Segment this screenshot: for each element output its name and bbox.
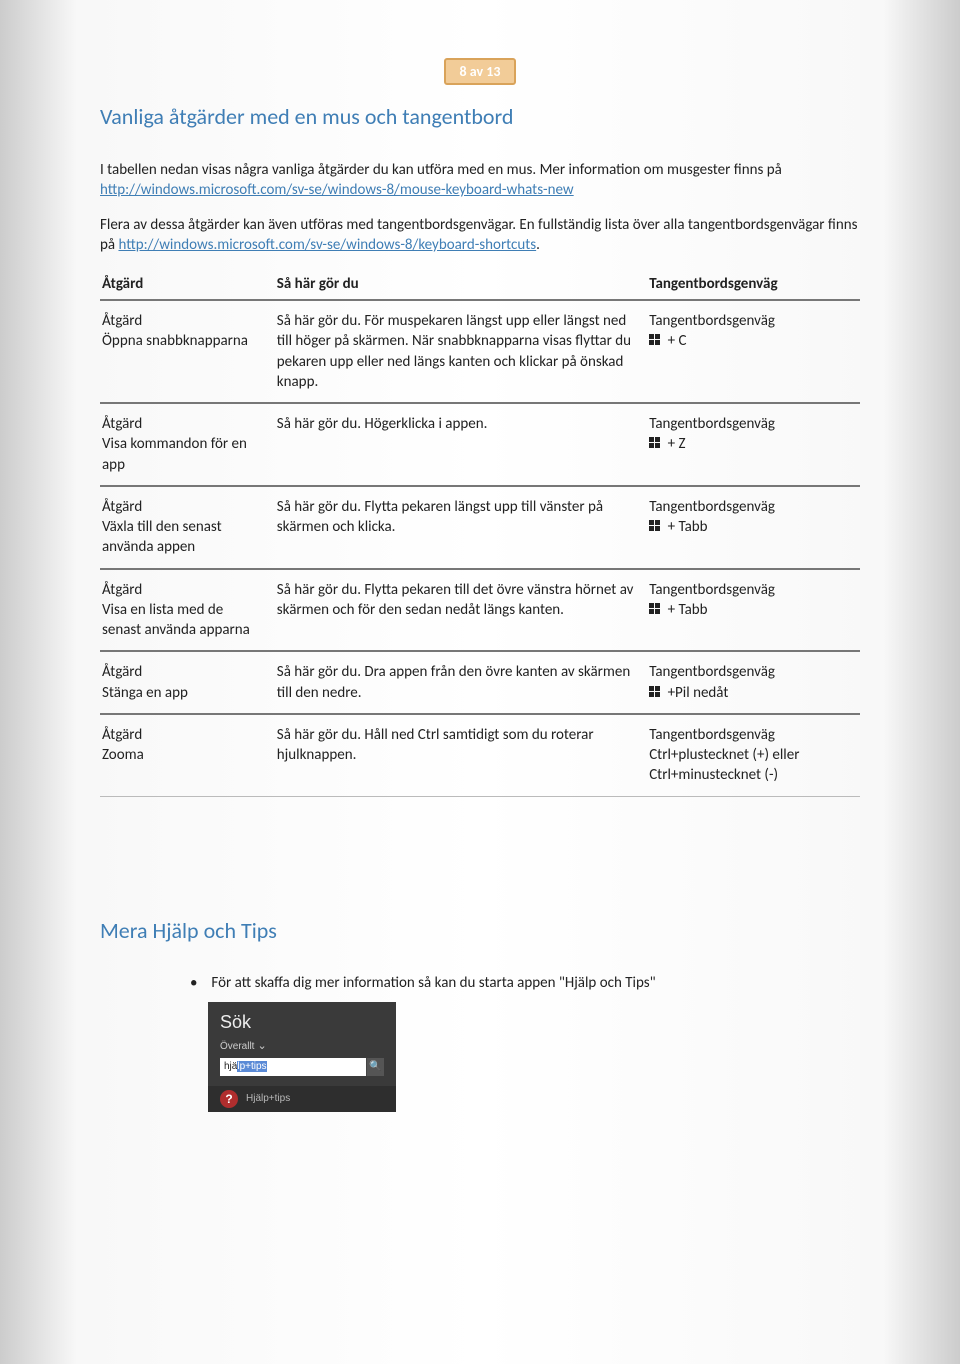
- cell-shortcut: Tangentbordsgenväg + C: [647, 300, 860, 403]
- actions-table: Åtgärd Så här gör du Tangentbordsgenväg …: [100, 269, 860, 797]
- table-row: ÅtgärdStänga en appSå här gör du. Dra ap…: [100, 651, 860, 714]
- table-header-howto: Så här gör du: [275, 269, 647, 300]
- cell-action: ÅtgärdÖppna snabbknapparna: [100, 300, 275, 403]
- table-header-action: Åtgärd: [100, 269, 275, 300]
- section-heading-help: Mera Hjälp och Tips: [100, 917, 860, 944]
- bullet-item: • För att skaffa dig mer information så …: [190, 974, 860, 992]
- search-panel-screenshot: Sök Överallt hjälp+tips 🔍 ? Hjälp+tips: [208, 1002, 396, 1112]
- table-row: ÅtgärdVisa en lista med de senast använd…: [100, 569, 860, 652]
- cell-action: ÅtgärdVisa en lista med de senast använd…: [100, 569, 275, 652]
- cell-howto: Så här gör du. Flytta pekaren till det ö…: [275, 569, 647, 652]
- table-row: ÅtgärdZoomaSå här gör du. Håll ned Ctrl …: [100, 714, 860, 796]
- table-header-shortcut: Tangentbordsgenväg: [647, 269, 860, 300]
- cell-action: ÅtgärdVisa kommandon för en app: [100, 403, 275, 486]
- windows-key-icon: [649, 686, 662, 698]
- cell-howto: Så här gör du. Flytta pekaren längst upp…: [275, 486, 647, 569]
- windows-key-icon: [649, 437, 662, 449]
- cell-action: ÅtgärdVäxla till den senast använda appe…: [100, 486, 275, 569]
- search-result-text: Hjälp+tips: [246, 1093, 290, 1104]
- cell-shortcut: Tangentbordsgenväg + Tabb: [647, 569, 860, 652]
- cell-shortcut: Tangentbordsgenväg + Tabb: [647, 486, 860, 569]
- windows-key-icon: [649, 603, 662, 615]
- cell-shortcut: Tangentbordsgenväg + Z: [647, 403, 860, 486]
- page-number-badge: 8 av 13: [100, 58, 860, 85]
- section-heading-actions: Vanliga åtgärder med en mus och tangentb…: [100, 103, 860, 130]
- link-keyboard-shortcuts[interactable]: http://windows.microsoft.com/sv-se/windo…: [118, 236, 536, 254]
- search-title: Sök: [220, 1012, 384, 1033]
- search-icon: 🔍: [369, 1061, 381, 1072]
- cell-action: ÅtgärdStänga en app: [100, 651, 275, 714]
- table-row: ÅtgärdVäxla till den senast använda appe…: [100, 486, 860, 569]
- help-app-icon: ?: [220, 1090, 238, 1108]
- search-scope-dropdown[interactable]: Överallt: [220, 1039, 384, 1052]
- link-mouse-keyboard[interactable]: http://windows.microsoft.com/sv-se/windo…: [100, 181, 574, 199]
- search-result-item[interactable]: ? Hjälp+tips: [208, 1086, 396, 1112]
- intro-paragraph-1: I tabellen nedan visas några vanliga åtg…: [100, 160, 860, 201]
- bullet-dot-icon: •: [190, 974, 208, 992]
- search-input[interactable]: hjälp+tips: [220, 1058, 366, 1076]
- windows-key-icon: [649, 520, 662, 532]
- cell-howto: Så här gör du. Håll ned Ctrl samtidigt s…: [275, 714, 647, 796]
- cell-action: ÅtgärdZooma: [100, 714, 275, 796]
- windows-key-icon: [649, 334, 662, 346]
- cell-howto: Så här gör du. För muspekaren längst upp…: [275, 300, 647, 403]
- cell-shortcut: Tangentbordsgenväg +Pil nedåt: [647, 651, 860, 714]
- bullet-text: För att skaffa dig mer information så ka…: [211, 974, 655, 992]
- cell-howto: Så här gör du. Dra appen från den övre k…: [275, 651, 647, 714]
- table-row: ÅtgärdVisa kommandon för en appSå här gö…: [100, 403, 860, 486]
- table-row: ÅtgärdÖppna snabbknapparnaSå här gör du.…: [100, 300, 860, 403]
- cell-howto: Så här gör du. Högerklicka i appen.: [275, 403, 647, 486]
- cell-shortcut: TangentbordsgenvägCtrl+plustecknet (+) e…: [647, 714, 860, 796]
- search-button[interactable]: 🔍: [366, 1058, 384, 1076]
- intro-paragraph-2: Flera av dessa åtgärder kan även utföras…: [100, 215, 860, 256]
